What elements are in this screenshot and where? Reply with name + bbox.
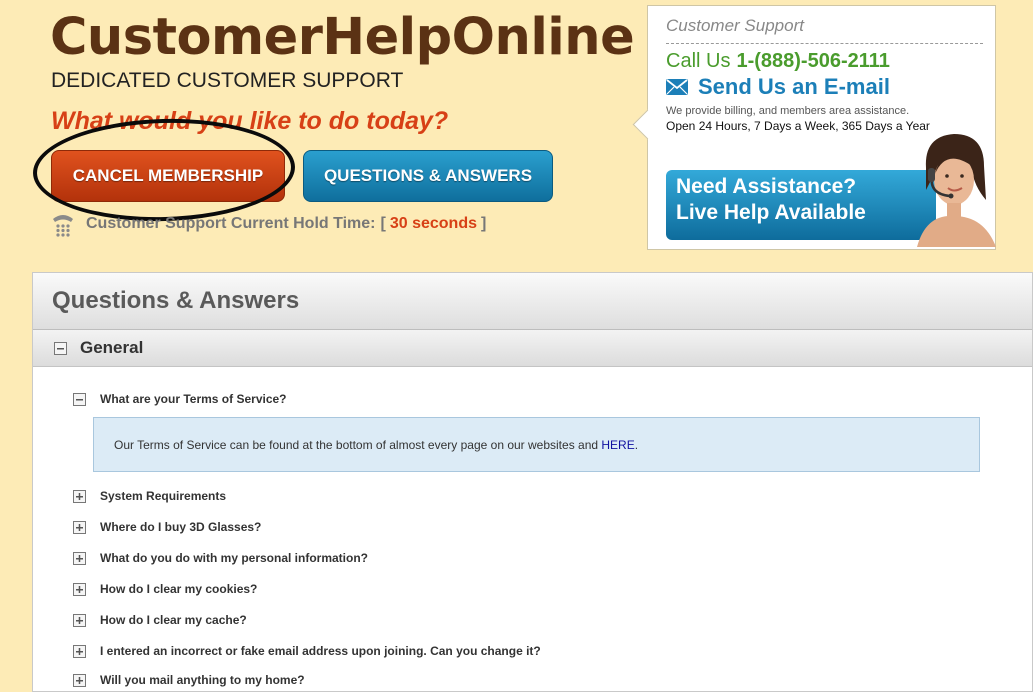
questions-answers-button[interactable]: QUESTIONS & ANSWERS	[303, 150, 553, 202]
hold-time-close-bracket: ]	[480, 215, 487, 232]
expand-icon	[73, 520, 86, 534]
phone-icon	[53, 215, 73, 237]
faq-question: System Requirements	[100, 489, 227, 503]
faq-question: How do I clear my cache?	[100, 613, 247, 627]
answer-text: Our Terms of Service can be found at the…	[114, 437, 599, 452]
faq-question: What are your Terms of Service?	[100, 392, 287, 406]
envelope-icon	[666, 79, 688, 95]
site-logo[interactable]: CustomerHelpOnline	[50, 8, 635, 68]
faq-answer: Our Terms of Service can be found at the…	[93, 417, 980, 472]
faq-question: How do I clear my cookies?	[100, 582, 258, 596]
faq-item[interactable]: Where do I buy 3D Glasses?	[73, 518, 261, 536]
hold-time-label: Customer Support Current Hold Time:	[86, 215, 376, 232]
category-label: General	[80, 338, 144, 357]
faq-question: What do you do with my personal informat…	[100, 551, 368, 565]
answer-end: .	[634, 437, 639, 452]
support-box-pointer	[632, 109, 663, 140]
expand-icon	[73, 582, 86, 596]
terms-here-link[interactable]: HERE	[601, 438, 634, 452]
category-general[interactable]: General	[33, 330, 1032, 367]
faq-item[interactable]: How do I clear my cookies?	[73, 580, 257, 598]
customer-support-box: Customer Support Call Us 1-(888)-506-2111…	[632, 5, 996, 250]
support-divider	[666, 43, 983, 44]
hold-time-row: Customer Support Current Hold Time: [ 30…	[50, 211, 486, 237]
expand-icon	[73, 644, 86, 658]
support-agent-photo	[917, 134, 996, 247]
collapse-icon	[54, 341, 67, 355]
support-phone-number[interactable]: 1-(888)-506-2111	[736, 50, 889, 72]
live-help-banner[interactable]: Need Assistance? Live Help Available	[666, 170, 936, 240]
live-help-line-2: Live Help Available	[676, 201, 866, 224]
collapse-icon	[73, 392, 86, 406]
faq-item[interactable]: System Requirements	[73, 487, 226, 505]
site-tagline: DEDICATED CUSTOMER SUPPORT	[51, 69, 404, 92]
live-help-line-1: Need Assistance?	[676, 175, 857, 198]
faq-item[interactable]: How do I clear my cache?	[73, 611, 247, 629]
faq-item[interactable]: I entered an incorrect or fake email add…	[73, 642, 541, 660]
send-email-link[interactable]: Send Us an E-mail	[666, 74, 890, 100]
send-email-label: Send Us an E-mail	[698, 74, 890, 99]
call-us-line: Call Us 1-(888)-506-2111	[666, 50, 890, 73]
expand-icon	[73, 673, 86, 687]
qa-title: Questions & Answers	[52, 287, 300, 314]
hold-time-open-bracket: [	[380, 215, 386, 232]
faq-question: I entered an incorrect or fake email add…	[100, 644, 541, 658]
qa-panel: Questions & Answers General What are you…	[32, 272, 1033, 692]
call-us-label: Call Us	[666, 50, 731, 72]
hold-time-value: 30 seconds	[389, 215, 477, 232]
faq-question: Will you mail anything to my home?	[100, 673, 305, 687]
faq-question: Where do I buy 3D Glasses?	[100, 520, 262, 534]
faq-item[interactable]: What are your Terms of Service?	[73, 390, 287, 408]
open-hours-text: Open 24 Hours, 7 Days a Week, 365 Days a…	[666, 119, 930, 133]
expand-icon	[73, 613, 86, 627]
faq-item[interactable]: Will you mail anything to my home?	[73, 671, 305, 689]
expand-icon	[73, 489, 86, 503]
cancel-membership-button[interactable]: CANCEL MEMBERSHIP	[51, 150, 285, 202]
billing-assistance-text: We provide billing, and members area ass…	[666, 105, 910, 117]
prompt-question: What would you like to do today?	[51, 107, 449, 135]
expand-icon	[73, 551, 86, 565]
faq-item[interactable]: What do you do with my personal informat…	[73, 549, 368, 567]
qa-header: Questions & Answers	[33, 273, 1032, 330]
support-title: Customer Support	[666, 16, 804, 35]
